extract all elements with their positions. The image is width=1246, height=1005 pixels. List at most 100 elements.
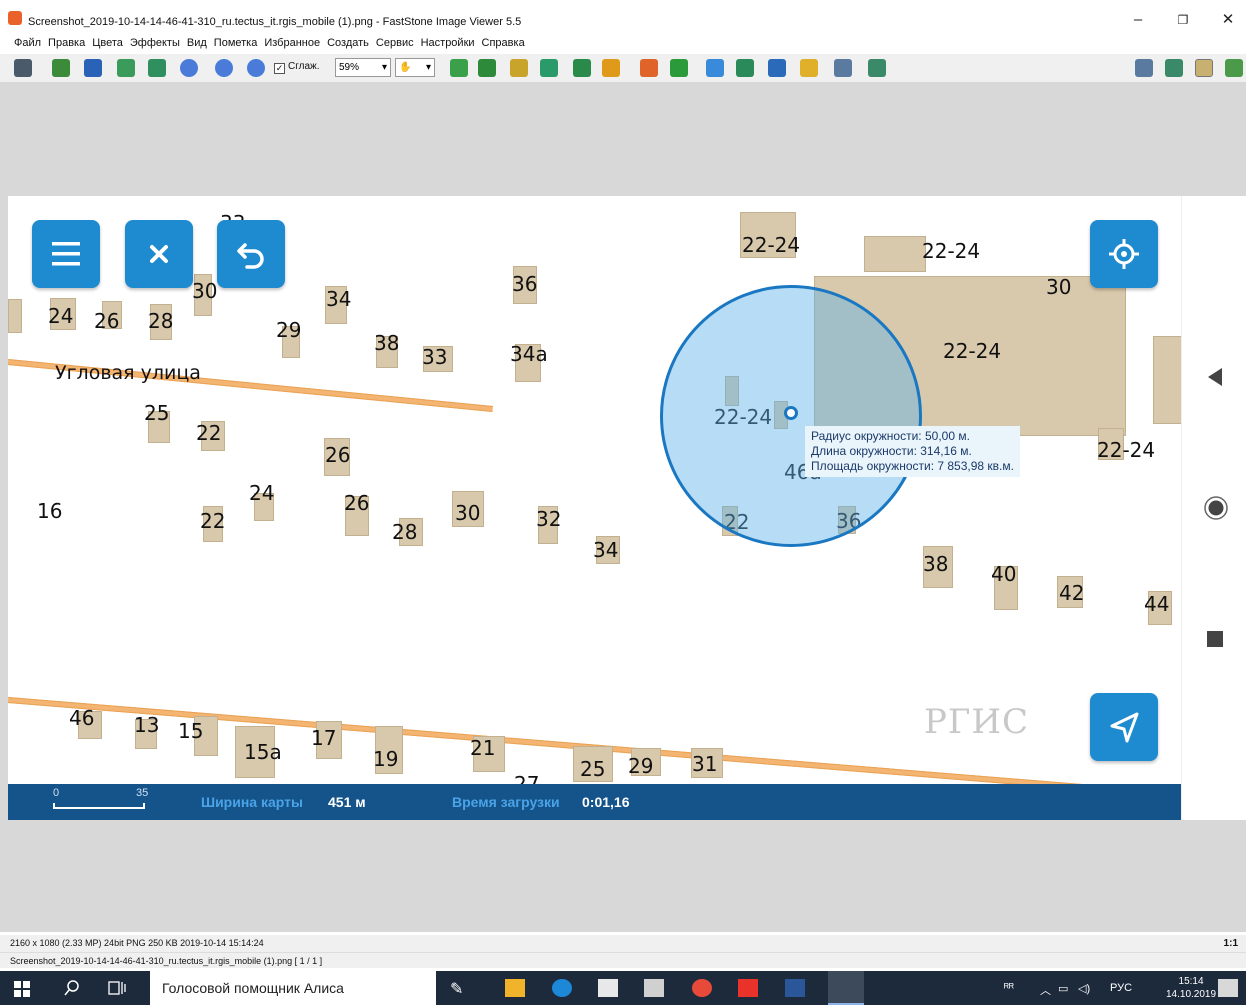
map-view[interactable]: Угловая улица 24 26 28 30 34 29 36 38 33 34а 25 22 2…	[8, 196, 1181, 820]
zoom-select[interactable]: 59%	[335, 58, 391, 77]
browser-icon[interactable]	[14, 59, 32, 77]
house-number-label: 40	[991, 562, 1017, 586]
menu-edit[interactable]: Правка	[48, 34, 85, 52]
close-button[interactable]: ✕	[1205, 8, 1246, 32]
menu-colors[interactable]: Цвета	[92, 34, 123, 52]
scale-start-label: 0	[53, 787, 60, 799]
house-number-label: 29	[628, 754, 654, 778]
zoom-out-icon[interactable]	[215, 59, 233, 77]
email-icon[interactable]	[800, 59, 818, 77]
slideshow-icon[interactable]	[706, 59, 724, 77]
fit-icon[interactable]	[1225, 59, 1243, 77]
file-info-bar: Screenshot_2019-10-14-14-46-41-310_ru.te…	[0, 952, 1246, 968]
rotate-left-icon[interactable]	[640, 59, 658, 77]
menu-settings[interactable]: Настройки	[421, 34, 475, 52]
crop-icon[interactable]	[510, 59, 528, 77]
navigate-button[interactable]	[1090, 693, 1158, 761]
network-icon[interactable]: ▭	[1058, 982, 1068, 995]
compare-icon[interactable]	[450, 59, 468, 77]
copy-icon[interactable]	[736, 59, 754, 77]
yandex-icon[interactable]	[738, 979, 758, 997]
menu-tag[interactable]: Пометка	[214, 34, 258, 52]
draw-icon[interactable]	[768, 59, 786, 77]
adjust-icon[interactable]	[573, 59, 591, 77]
house-number-label: 21	[470, 736, 496, 760]
house-number-label: 22-24	[922, 239, 981, 263]
prev-image-icon[interactable]	[117, 59, 135, 77]
zoom-in-icon[interactable]	[180, 59, 198, 77]
scale-bar	[53, 803, 145, 809]
thumbnails-icon[interactable]	[1135, 59, 1153, 77]
action-center-icon[interactable]	[1218, 979, 1238, 997]
fullscreen-icon[interactable]	[1195, 59, 1213, 77]
effects-icon[interactable]	[602, 59, 620, 77]
house-number-label: 26	[94, 309, 120, 333]
menu-effects[interactable]: Эффекты	[130, 34, 180, 52]
image-info-bar: 2160 x 1080 (2.33 MP) 24bit PNG 250 KB 2…	[0, 935, 1246, 952]
rotate-right-icon[interactable]	[670, 59, 688, 77]
menu-create[interactable]: Создать	[327, 34, 369, 52]
menu-button[interactable]	[32, 220, 100, 288]
zoom-ratio[interactable]: 1:1	[1224, 935, 1238, 952]
menu-tools[interactable]: Сервис	[376, 34, 414, 52]
alice-voice-assistant-box[interactable]: Голосовой помощник Алиса	[150, 971, 436, 1005]
locate-me-button[interactable]	[1090, 220, 1158, 288]
save-icon[interactable]	[84, 59, 102, 77]
back-nav-icon[interactable]	[1204, 366, 1226, 388]
layout-icon[interactable]	[1165, 59, 1183, 77]
undo-button[interactable]	[217, 220, 285, 288]
mail-icon[interactable]	[644, 979, 664, 997]
tray-expand-icon[interactable]: ︿	[1040, 982, 1051, 998]
map-width-label: Ширина карты	[201, 794, 303, 810]
store-icon[interactable]	[598, 979, 618, 997]
hand-tool-select[interactable]: ✋	[395, 58, 435, 77]
microphone-icon[interactable]: ✎	[450, 979, 470, 998]
house-number-label: 30	[192, 279, 218, 303]
image-viewer-area[interactable]: Угловая улица 24 26 28 30 34 29 36 38 33 34а 25 22 2…	[0, 82, 1246, 932]
print-icon[interactable]	[834, 59, 852, 77]
house-number-label: 46	[69, 706, 95, 730]
next-image-icon[interactable]	[148, 59, 166, 77]
house-number-label: 25	[580, 757, 606, 781]
text-icon[interactable]	[540, 59, 558, 77]
android-nav-bar	[1181, 196, 1246, 820]
resize-icon[interactable]	[478, 59, 496, 77]
close-tool-button[interactable]	[125, 220, 193, 288]
screenshot-image: Угловая улица 24 26 28 30 34 29 36 38 33 34а 25 22 2…	[8, 196, 1246, 820]
edge-icon[interactable]	[552, 979, 572, 997]
open-folder-icon[interactable]	[52, 59, 70, 77]
taskbar-clock[interactable]: 15:14 14.10.2019	[1166, 975, 1216, 1001]
menu-file[interactable]: Файл	[14, 34, 41, 52]
map-width-value: 451 м	[328, 794, 366, 810]
house-number-label: 44	[1144, 592, 1170, 616]
house-number-label: 29	[276, 318, 302, 342]
search-icon[interactable]	[64, 980, 80, 996]
task-view-icon[interactable]	[108, 980, 126, 996]
clock-date: 14.10.2019	[1166, 989, 1217, 1000]
minimize-button[interactable]: –	[1115, 8, 1161, 32]
word-icon[interactable]	[785, 979, 805, 997]
language-indicator[interactable]: РУС	[1110, 982, 1132, 994]
file-explorer-icon[interactable]	[505, 979, 525, 997]
menu-favorites[interactable]: Избранное	[264, 34, 320, 52]
house-number-label: 16	[37, 499, 63, 523]
recents-nav-icon[interactable]	[1204, 628, 1226, 650]
faststone-taskbar-button[interactable]	[828, 971, 864, 1005]
house-number-label: 15а	[244, 740, 282, 764]
menu-view[interactable]: Вид	[187, 34, 207, 52]
actual-size-icon[interactable]	[247, 59, 265, 77]
circle-radius-text: Радиус окружности: 50,00 м.	[811, 429, 970, 443]
wallpaper-icon[interactable]	[868, 59, 886, 77]
house-number-label: 19	[373, 747, 399, 771]
navigation-arrow-icon	[1110, 712, 1139, 743]
smooth-checkbox[interactable]: ✓ Сглаж.	[274, 61, 320, 74]
house-number-label: 24	[249, 481, 275, 505]
yandex-browser-icon[interactable]	[692, 979, 712, 997]
people-icon[interactable]: ᴿᴿ	[1004, 982, 1014, 994]
maximize-button[interactable]: ❐	[1160, 8, 1206, 32]
home-nav-icon[interactable]	[1204, 496, 1228, 520]
menu-help[interactable]: Справка	[482, 34, 525, 52]
volume-icon[interactable]: ◁)	[1078, 982, 1090, 995]
alice-assistant-label: Голосовой помощник Алиса	[162, 980, 344, 996]
windows-start-icon[interactable]	[14, 981, 30, 997]
